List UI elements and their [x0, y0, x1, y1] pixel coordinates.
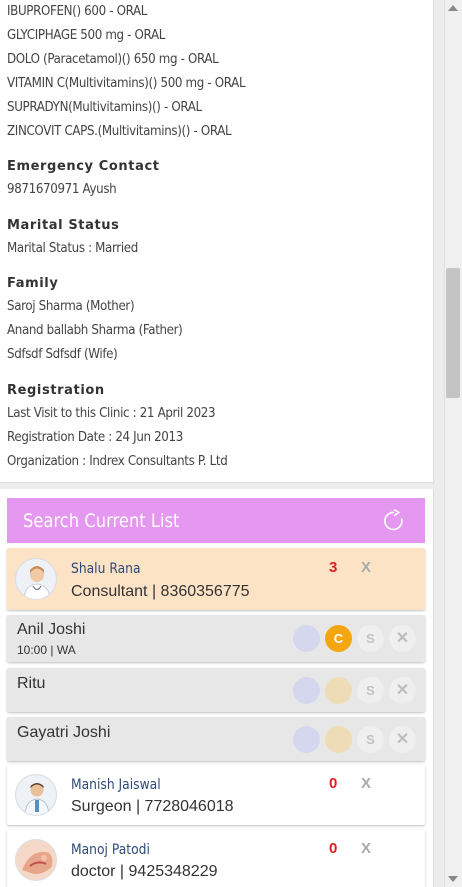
medication-item: ZINCOVIT CAPS.(Multivitamins)() - ORAL: [7, 123, 232, 139]
patient-row[interactable]: Anil Joshi 10:00 | WA C S ✕: [7, 615, 425, 662]
patient-time-meta: 10:00 | WA: [17, 643, 76, 657]
scroll-up-arrow-icon[interactable]: [448, 5, 458, 11]
scrollbar-thumb[interactable]: [446, 268, 460, 398]
doctor-name[interactable]: Shalu Rana: [71, 561, 141, 577]
vertical-scrollbar[interactable]: [444, 0, 462, 887]
doctor-row[interactable]: Manish Jaiswal Surgeon | 7728046018 0 X: [7, 765, 425, 825]
doctor-row-current[interactable]: Shalu Rana Consultant | 8360356775 3 X: [7, 548, 425, 610]
status-dot-icon[interactable]: [293, 625, 320, 652]
status-dot-icon[interactable]: [293, 726, 320, 753]
skip-button[interactable]: S: [357, 726, 384, 753]
family-member: Sdfsdf Sdfsdf (Wife): [7, 346, 118, 362]
doctor-role-phone: doctor | 9425348229: [71, 863, 218, 880]
marital-status-value: Marital Status : Married: [7, 240, 138, 256]
family-heading: Family: [7, 276, 59, 291]
medication-item: GLYCIPHAGE 500 mg - ORAL: [7, 27, 165, 43]
patient-row[interactable]: Gayatri Joshi S ✕: [7, 717, 425, 761]
appointment-count: 0: [329, 775, 338, 792]
close-doctor-button[interactable]: X: [361, 559, 371, 576]
remove-patient-button[interactable]: ✕: [389, 625, 416, 652]
consult-button[interactable]: [325, 726, 352, 753]
remove-patient-button[interactable]: ✕: [389, 726, 416, 753]
consult-button[interactable]: [325, 677, 352, 704]
doctor-row[interactable]: Manoj Patodi doctor | 9425348229 0 X: [7, 830, 425, 887]
marital-status-heading: Marital Status: [7, 218, 120, 233]
registration-date: Registration Date : 24 Jun 2013: [7, 429, 183, 445]
organization: Organization : Indrex Consultants P. Ltd: [7, 453, 228, 469]
patient-name[interactable]: Ritu: [17, 675, 45, 693]
refresh-icon[interactable]: [381, 508, 407, 534]
medication-item: IBUPROFEN() 600 - ORAL: [7, 3, 148, 19]
remove-patient-button[interactable]: ✕: [389, 677, 416, 704]
skip-button[interactable]: S: [357, 677, 384, 704]
emergency-contact-value: 9871670971 Ayush: [7, 181, 117, 197]
close-doctor-button[interactable]: X: [361, 840, 371, 857]
current-list-panel: Search Current List Shalu Rana Consultan…: [0, 489, 434, 887]
medication-item: DOLO (Paracetamol)() 650 mg - ORAL: [7, 51, 219, 67]
doctor-avatar: [15, 774, 57, 816]
skip-button[interactable]: S: [357, 625, 384, 652]
doctor-name[interactable]: Manish Jaiswal: [71, 777, 161, 793]
medication-item: SUPRADYN(Multivitamins)() - ORAL: [7, 99, 202, 115]
appointment-count: 0: [329, 840, 338, 857]
doctor-avatar: [15, 839, 57, 881]
patient-profile-card: IBUPROFEN() 600 - ORAL GLYCIPHAGE 500 mg…: [0, 0, 434, 483]
last-visit: Last Visit to this Clinic : 21 April 202…: [7, 405, 216, 421]
registration-heading: Registration: [7, 383, 105, 398]
search-current-list-bar[interactable]: Search Current List: [7, 498, 425, 543]
patient-name[interactable]: Anil Joshi: [17, 621, 85, 639]
appointment-count: 3: [329, 559, 338, 576]
medication-item: VITAMIN C(Multivitamins)() 500 mg - ORAL: [7, 75, 246, 91]
status-dot-icon[interactable]: [293, 677, 320, 704]
doctor-name[interactable]: Manoj Patodi: [71, 842, 150, 858]
family-member: Anand ballabh Sharma (Father): [7, 322, 183, 338]
doctor-role-phone: Surgeon | 7728046018: [71, 798, 234, 815]
app-page: IBUPROFEN() 600 - ORAL GLYCIPHAGE 500 mg…: [0, 0, 462, 887]
consult-button[interactable]: C: [325, 625, 352, 652]
emergency-contact-heading: Emergency Contact: [7, 159, 160, 174]
search-current-list-label: Search Current List: [23, 510, 180, 532]
doctor-role-phone: Consultant | 8360356775: [71, 583, 250, 600]
close-doctor-button[interactable]: X: [361, 775, 371, 792]
patient-row[interactable]: Ritu S ✕: [7, 668, 425, 712]
doctor-avatar: [15, 558, 57, 600]
scroll-down-arrow-icon[interactable]: [448, 876, 458, 882]
patient-name[interactable]: Gayatri Joshi: [17, 724, 110, 742]
family-member: Saroj Sharma (Mother): [7, 298, 135, 314]
